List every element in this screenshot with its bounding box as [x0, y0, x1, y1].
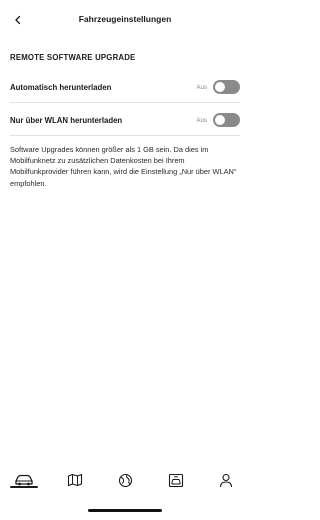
divider: [10, 102, 240, 103]
page-title: Fahrzeugeinstellungen: [78, 14, 172, 24]
setting-label: Nur über WLAN herunterladen: [10, 115, 123, 125]
profile-icon: [219, 473, 233, 487]
toggle-knob: [215, 82, 225, 92]
tab-profile[interactable]: [216, 470, 236, 490]
header-bar: Fahrzeugeinstellungen: [0, 0, 250, 40]
description-text: Software Upgrades können größer als 1 GB…: [10, 145, 237, 188]
auto-download-toggle[interactable]: [213, 80, 240, 94]
setting-state: Aus: [196, 83, 207, 91]
setting-label: Automatisch herunterladen: [10, 82, 112, 92]
setting-row-wlan-only: Nur über WLAN herunterladen Aus: [10, 109, 240, 131]
toggle-knob: [215, 115, 225, 125]
setting-state: Aus: [196, 116, 207, 124]
active-tab-indicator: [10, 486, 38, 488]
tab-explore[interactable]: [115, 470, 135, 490]
tab-map[interactable]: [65, 470, 85, 490]
setting-row-auto-download: Automatisch herunterladen Aus: [10, 76, 240, 98]
service-icon: [168, 473, 184, 487]
car-icon: [15, 474, 33, 486]
wlan-only-toggle[interactable]: [213, 113, 240, 127]
map-icon: [67, 473, 83, 487]
tab-service[interactable]: [166, 470, 186, 490]
section-title: REMOTE SOFTWARE UPGRADE: [10, 53, 136, 62]
globe-icon: [118, 473, 132, 487]
divider: [10, 135, 240, 136]
home-indicator[interactable]: [88, 509, 162, 512]
tab-bar: [0, 462, 250, 498]
